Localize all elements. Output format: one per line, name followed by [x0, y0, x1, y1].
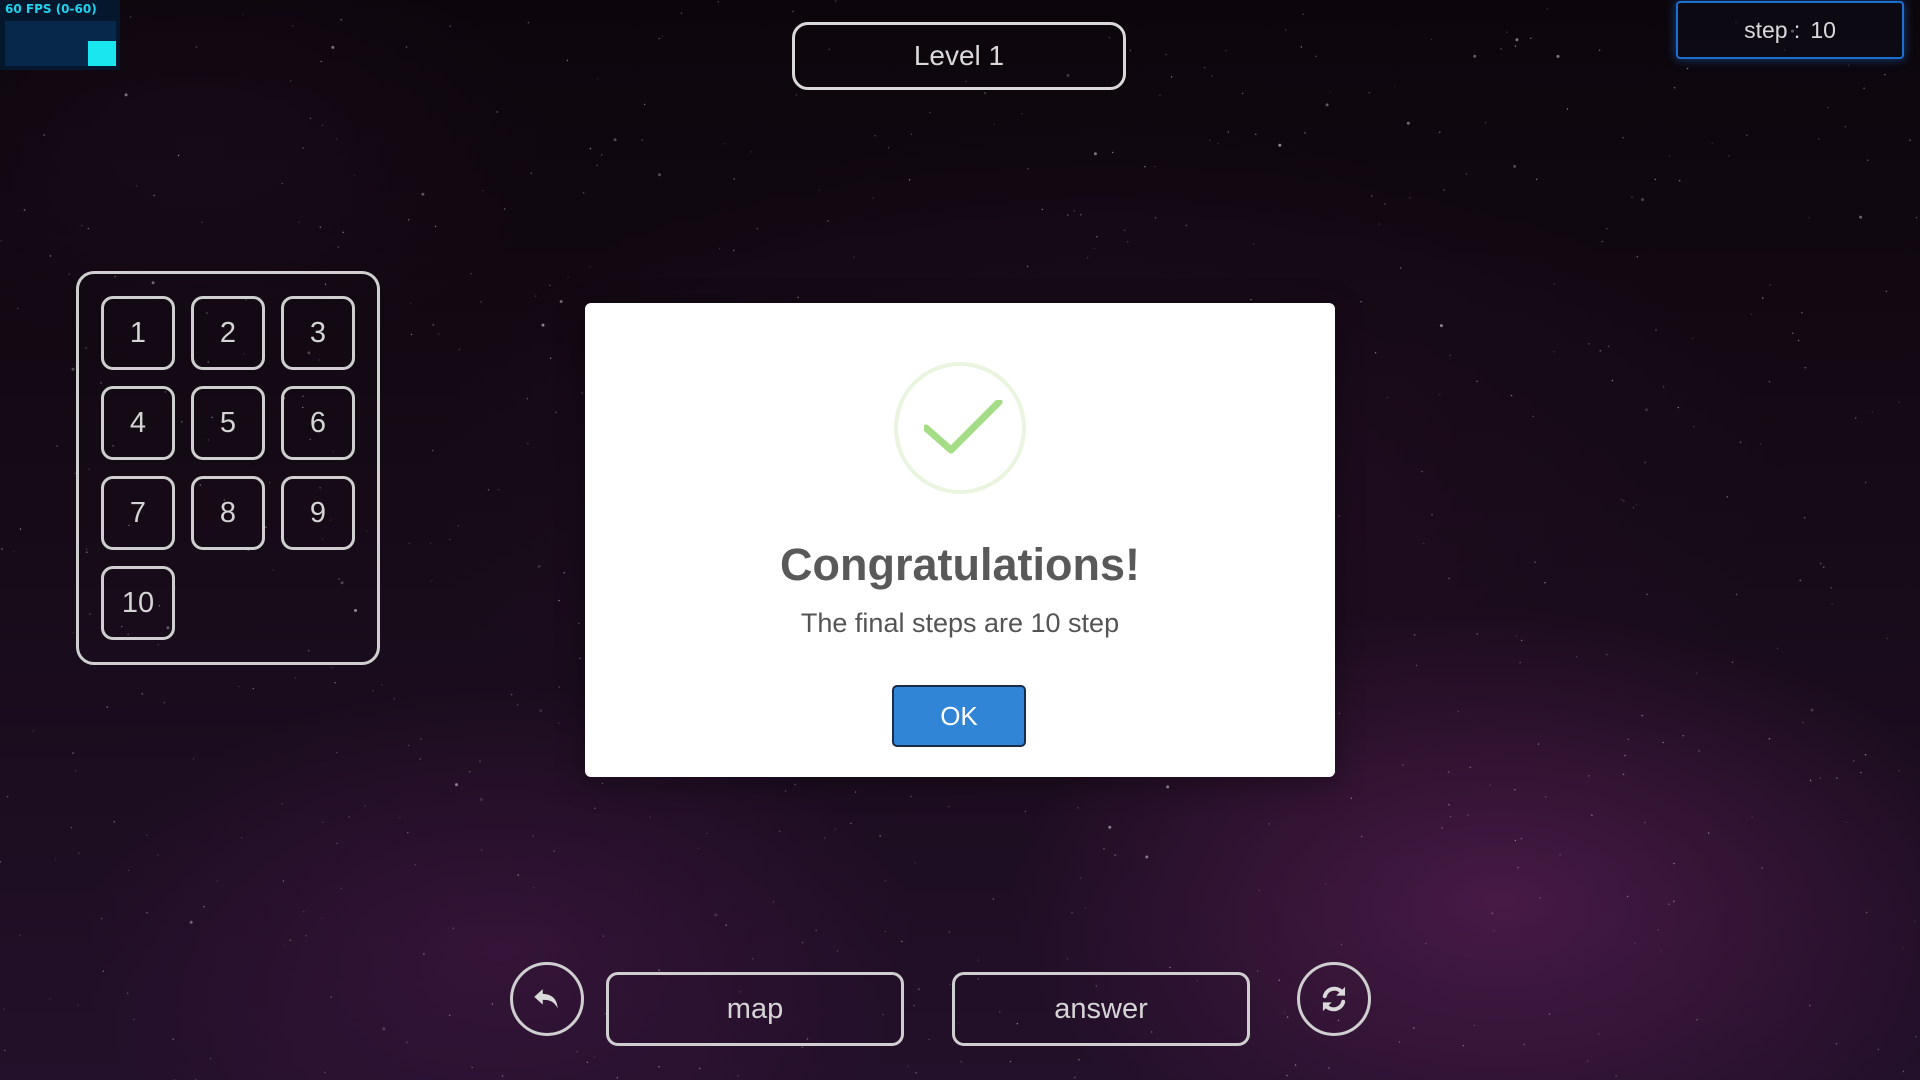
refresh-icon: [1322, 986, 1346, 1012]
answer-button[interactable]: answer: [952, 972, 1250, 1046]
success-dialog: Congratulations! The final steps are 10 …: [585, 303, 1335, 777]
level-button-10[interactable]: 10: [101, 566, 175, 640]
fps-bar: [88, 41, 116, 66]
fps-meter: 60 FPS (0-60): [0, 0, 120, 70]
level-button-7[interactable]: 7: [101, 476, 175, 550]
level-button-8[interactable]: 8: [191, 476, 265, 550]
step-label: step :: [1744, 16, 1801, 43]
level-button-9[interactable]: 9: [281, 476, 355, 550]
dialog-title: Congratulations!: [780, 539, 1140, 590]
dialog-message: The final steps are 10 step: [800, 608, 1120, 638]
step-counter: step : 10: [1676, 1, 1904, 59]
level-button-4[interactable]: 4: [101, 386, 175, 460]
level-button-6[interactable]: 6: [281, 386, 355, 460]
level-button-3[interactable]: 3: [281, 296, 355, 370]
level-button-5[interactable]: 5: [191, 386, 265, 460]
undo-arrow-icon: [534, 989, 558, 1009]
level-select-panel: 1 2 3 4 5 6 7 8 9 10: [76, 271, 380, 665]
level-button-2[interactable]: 2: [191, 296, 265, 370]
success-checkmark-icon: [894, 362, 1026, 494]
map-button[interactable]: map: [606, 972, 904, 1046]
fps-graph: [5, 21, 116, 66]
fps-label: 60 FPS (0-60): [5, 2, 97, 16]
level-button-1[interactable]: 1: [101, 296, 175, 370]
step-value: 10: [1810, 16, 1836, 43]
restart-button[interactable]: [1297, 962, 1371, 1036]
undo-button[interactable]: [510, 962, 584, 1036]
ok-button[interactable]: OK: [892, 685, 1026, 747]
level-title: Level 1: [792, 22, 1126, 90]
